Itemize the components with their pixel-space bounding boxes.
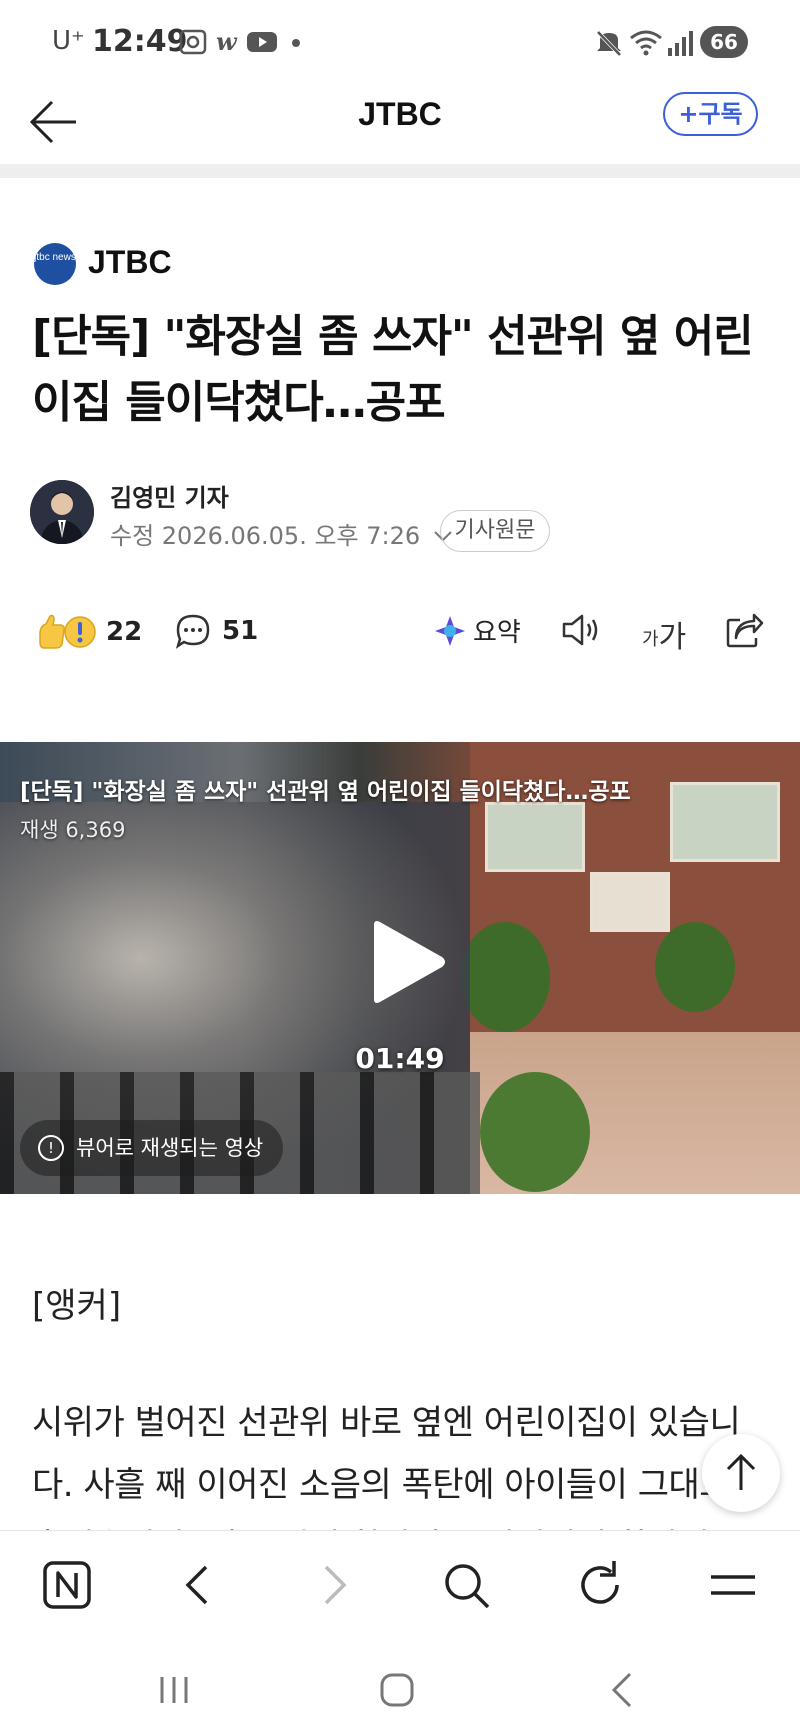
ai-summary-icon [435, 615, 465, 646]
reporter-name[interactable]: 김영민 기자 [110, 478, 229, 513]
share-icon [726, 613, 764, 648]
browser-toolbar [0, 1530, 800, 1640]
video-title: [단독] "화장실 좀 쓰자" 선관위 옆 어린이집 들이닥쳤다…공포 [20, 779, 631, 805]
w-app-icon: w [216, 28, 238, 56]
header-divider [0, 164, 800, 178]
video-views: 재생 6,369 [20, 818, 126, 842]
article-date[interactable]: 수정 2026.06.05. 오후 7:26 [110, 516, 454, 551]
youtube-icon [247, 32, 277, 52]
original-article-button[interactable]: 기사원문 [440, 510, 550, 552]
reaction-button[interactable]: 22 [34, 612, 142, 652]
home-icon[interactable] [367, 1660, 427, 1720]
svg-text:w: w [216, 28, 238, 56]
article-date-text: 수정 2026.06.05. 오후 7:26 [110, 522, 421, 550]
anchor-label: [앵커] [32, 1286, 122, 1326]
video-duration: 01:49 [355, 1042, 445, 1075]
viewer-notice[interactable]: ! 뷰어로 재생되는 영상 [20, 1120, 284, 1176]
press-logo[interactable]: jtbc news [34, 243, 76, 285]
comment-count: 51 [222, 616, 259, 646]
article-headline: [단독] "화장실 좀 쓰자" 선관위 옆 어린이집 들이닥쳤다…공포 [32, 311, 754, 428]
article-body: 시위가 벌어진 선관위 바로 옆엔 어린이집이 있습니다. 사흘 째 이어진 소… [32, 1403, 772, 1538]
article-actions: 22 51 요약 가 가 [0, 612, 800, 672]
summary-label: 요약 [473, 618, 521, 648]
status-bar: U⁺ 12:49 w 66 [0, 0, 800, 88]
wifi-icon [630, 30, 662, 56]
recent-apps-icon[interactable] [144, 1660, 204, 1720]
signal-icon [668, 31, 693, 56]
video-scene-tree [460, 922, 550, 1032]
reaction-emoji-icon [39, 614, 96, 649]
viewer-notice-text: 뷰어로 재생되는 영상 [76, 1136, 264, 1160]
info-icon: ! [38, 1135, 64, 1161]
summary-button[interactable]: 요약 [433, 612, 521, 649]
reporter-avatar[interactable] [30, 480, 94, 544]
app-header: JTBC +구독 [0, 80, 800, 164]
comment-icon [175, 614, 210, 649]
font-size-small-label: 가 [642, 629, 659, 650]
reaction-count: 22 [106, 617, 143, 647]
battery-indicator: 66 [700, 26, 748, 58]
carrier-label: U⁺ [52, 26, 85, 56]
clock: 12:49 [92, 24, 188, 59]
mute-icon [596, 30, 622, 57]
font-size-large-label: 가 [658, 620, 687, 655]
system-nav-bar [0, 1640, 800, 1734]
video-scene-sign [590, 872, 670, 932]
arrow-up-icon [726, 1453, 756, 1490]
dot-icon [292, 39, 300, 47]
reporter-photo-icon [30, 480, 94, 544]
browser-forward-icon[interactable] [304, 1555, 364, 1615]
comment-button[interactable]: 51 [174, 612, 258, 650]
speaker-icon [562, 614, 598, 646]
naver-home-icon[interactable] [37, 1555, 97, 1615]
search-icon[interactable] [436, 1555, 496, 1615]
scroll-to-top-button[interactable] [702, 1434, 780, 1512]
video-scene-tree [655, 922, 735, 1012]
menu-icon[interactable] [703, 1555, 763, 1615]
refresh-icon[interactable] [570, 1555, 630, 1615]
tts-button[interactable] [560, 612, 602, 648]
browser-back-icon[interactable] [168, 1555, 228, 1615]
system-back-icon[interactable] [592, 1660, 652, 1720]
video-player[interactable]: [단독] "화장실 좀 쓰자" 선관위 옆 어린이집 들이닥쳤다…공포 재생 6… [0, 742, 800, 1194]
video-scene-tree [480, 1072, 590, 1192]
video-scene-window [485, 802, 585, 872]
screenshot-icon [179, 29, 207, 55]
play-icon[interactable] [360, 917, 450, 1007]
subscribe-button[interactable]: +구독 [663, 92, 758, 136]
font-size-button[interactable]: 가 가 [642, 612, 686, 656]
share-button[interactable] [724, 612, 764, 650]
press-name[interactable]: JTBC [88, 244, 172, 281]
